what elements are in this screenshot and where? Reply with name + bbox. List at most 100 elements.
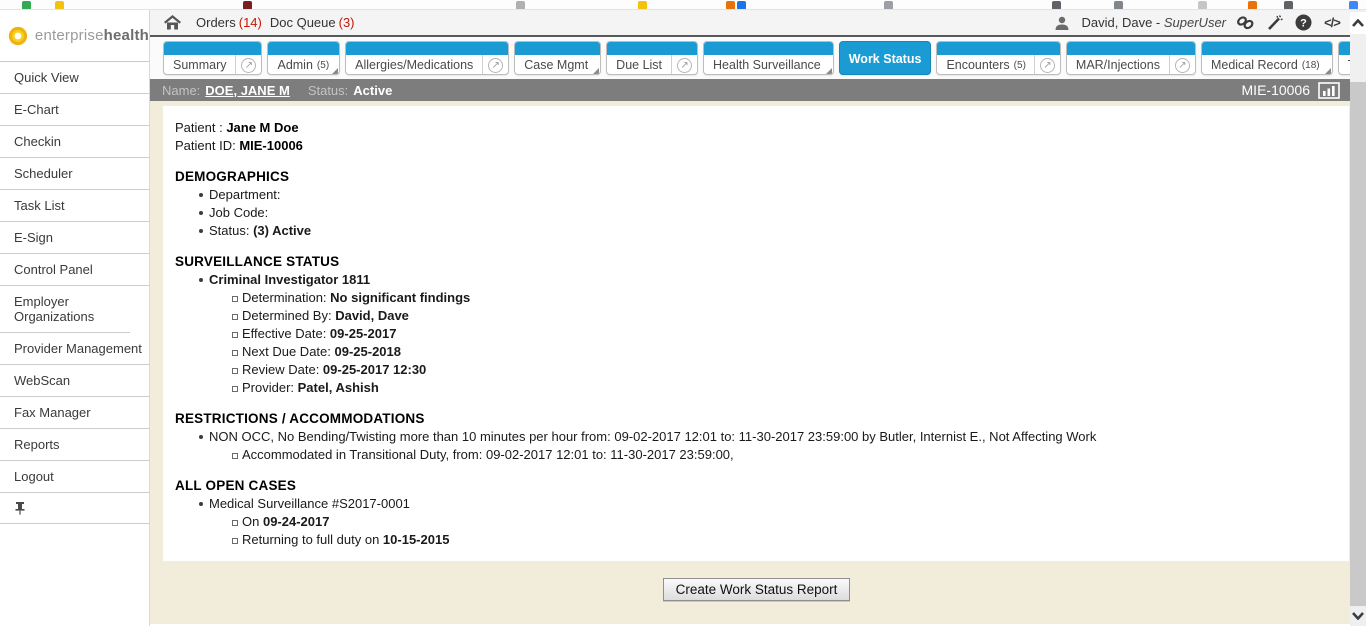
sidebar-item-fax-manager[interactable]: Fax Manager	[0, 397, 149, 429]
sidebar-item-checkin[interactable]: Checkin	[0, 126, 149, 158]
bookmark-icon[interactable]	[1114, 1, 1123, 10]
surveillance-detail: Review Date: 09-25-2017 12:30	[175, 361, 1335, 379]
bookmark-icon[interactable]	[243, 1, 252, 10]
sidebar-item-scheduler[interactable]: Scheduler	[0, 158, 149, 190]
help-icon[interactable]: ?	[1293, 14, 1313, 32]
popout-icon[interactable]: ↗	[235, 55, 261, 75]
sidebar-item-e-chart[interactable]: E-Chart	[0, 94, 149, 126]
bookmark-icon[interactable]	[884, 1, 893, 10]
work-status-report: Patient : Jane M Doe Patient ID: MIE-100…	[163, 106, 1349, 561]
scrollbar-thumb[interactable]	[1350, 82, 1366, 615]
tab-medical-record[interactable]: Medical Record (18)	[1201, 41, 1333, 75]
demographics-item: Department:	[175, 186, 1335, 204]
sidebar-item-provider-management[interactable]: Provider Management	[0, 333, 149, 365]
restriction-item: NON OCC, No Bending/Twisting more than 1…	[175, 428, 1335, 446]
bookmark-icon[interactable]	[1284, 1, 1293, 10]
home-icon[interactable]	[162, 14, 182, 32]
tab-work-status[interactable]: Work Status	[839, 41, 932, 75]
chart-stats-icon[interactable]	[1318, 82, 1340, 99]
dropdown-fold-icon	[593, 68, 599, 74]
scroll-down-icon[interactable]	[1350, 606, 1366, 626]
content-area: Patient : Jane M Doe Patient ID: MIE-100…	[150, 101, 1350, 624]
surveillance-detail: Next Due Date: 09-25-2018	[175, 343, 1335, 361]
restrictions-heading: RESTRICTIONS / ACCOMMODATIONS	[175, 410, 1335, 428]
patient-line: Patient : Jane M Doe	[175, 119, 1335, 137]
surveillance-detail: Effective Date: 09-25-2017	[175, 325, 1335, 343]
patient-name-link[interactable]: DOE, JANE M	[205, 83, 290, 98]
scroll-up-icon[interactable]	[1350, 12, 1366, 34]
app-window: enterprisehealth Quick View E-Chart Chec…	[0, 0, 1366, 626]
brand-name: enterprisehealth	[35, 27, 149, 44]
bookmark-icon[interactable]	[737, 1, 746, 10]
bookmark-icon[interactable]	[1198, 1, 1207, 10]
open-case-detail: On 09-24-2017	[175, 513, 1335, 531]
bookmark-icon[interactable]	[1248, 1, 1257, 10]
demographics-item: Job Code:	[175, 204, 1335, 222]
sidebar: enterprisehealth Quick View E-Chart Chec…	[0, 10, 150, 626]
sidebar-item-reports[interactable]: Reports	[0, 429, 149, 461]
popout-icon[interactable]: ↗	[482, 55, 508, 75]
tab-allergies-medications[interactable]: Allergies/Medications ↗	[345, 41, 509, 75]
bookmark-icon[interactable]	[22, 1, 31, 10]
code-icon[interactable]: </>	[1322, 14, 1342, 32]
sidebar-item-task-list[interactable]: Task List	[0, 190, 149, 222]
doc-queue-link[interactable]: Doc Queue(3)	[270, 15, 355, 30]
tab-case-mgmt[interactable]: Case Mgmt	[514, 41, 601, 75]
tab-health-surveillance[interactable]: Health Surveillance	[703, 41, 834, 75]
demographics-heading: DEMOGRAPHICS	[175, 168, 1335, 186]
popout-icon[interactable]: ↗	[1034, 55, 1060, 75]
sidebar-item-logout[interactable]: Logout	[0, 461, 149, 493]
header-left: Orders(14) Doc Queue(3)	[162, 14, 1052, 32]
current-user[interactable]: David, Dave - SuperUser	[1081, 15, 1226, 30]
patient-id-line: Patient ID: MIE-10006	[175, 137, 1335, 155]
orders-link[interactable]: Orders(14)	[196, 15, 262, 30]
tab-admin[interactable]: Admin (5)	[267, 41, 340, 75]
demographics-item: Status: (3) Active	[175, 222, 1335, 240]
surveillance-detail: Determination: No significant findings	[175, 289, 1335, 307]
sidebar-item-control-panel[interactable]: Control Panel	[0, 254, 149, 286]
bookmark-icon[interactable]	[638, 1, 647, 10]
tab-due-list[interactable]: Due List ↗	[606, 41, 698, 75]
patient-info-bar: Name: DOE, JANE M Status: Active MIE-100…	[150, 79, 1350, 101]
tab-summary[interactable]: Summary ↗	[163, 41, 262, 75]
top-header: Orders(14) Doc Queue(3) David, Dave - Su…	[150, 10, 1350, 37]
vertical-scrollbar[interactable]	[1350, 10, 1366, 626]
bookmark-icon[interactable]	[1349, 1, 1358, 10]
svg-text:?: ?	[1300, 18, 1307, 30]
header-right: David, Dave - SuperUser	[1052, 14, 1342, 32]
patient-id: MIE-10006	[1242, 82, 1310, 98]
patient-status: Active	[353, 83, 392, 98]
surveillance-detail: Determined By: David, Dave	[175, 307, 1335, 325]
wand-icon[interactable]	[1264, 14, 1284, 32]
surveillance-item-title: Criminal Investigator 1811	[175, 271, 1335, 289]
link-icon[interactable]	[1235, 14, 1255, 32]
popout-icon[interactable]: ↗	[671, 55, 697, 75]
sidebar-item-e-sign[interactable]: E-Sign	[0, 222, 149, 254]
dropdown-fold-icon	[332, 68, 338, 74]
dropdown-fold-icon	[1325, 68, 1331, 74]
chart-tab-bar: Summary ↗ Admin (5) Allergies/Medication…	[150, 37, 1350, 79]
browser-bookmark-strip	[0, 0, 1366, 10]
tab-encounters[interactable]: Encounters (5) ↗	[936, 41, 1060, 75]
brand-logo[interactable]: enterprisehealth	[0, 10, 149, 62]
bookmark-icon[interactable]	[1052, 1, 1061, 10]
bookmark-icon[interactable]	[516, 1, 525, 10]
dropdown-fold-icon	[826, 68, 832, 74]
bookmark-icon[interactable]	[55, 1, 64, 10]
surveillance-detail: Provider: Patel, Ashish	[175, 379, 1335, 397]
sidebar-pin-toggle[interactable]	[0, 493, 149, 524]
user-icon	[1052, 14, 1072, 32]
pushpin-icon	[14, 501, 26, 515]
doc-queue-count: (3)	[339, 15, 355, 30]
create-work-status-report-button[interactable]: Create Work Status Report	[663, 578, 851, 601]
sunflower-logo-icon	[8, 17, 28, 55]
sidebar-item-webscan[interactable]: WebScan	[0, 365, 149, 397]
sidebar-item-quick-view[interactable]: Quick View	[0, 62, 149, 94]
sidebar-item-employer-organizations[interactable]: Employer Organizations	[0, 286, 130, 333]
open-case-item: Medical Surveillance #S2017-0001	[175, 495, 1335, 513]
open-case-detail: Returning to full duty on 10-15-2015	[175, 531, 1335, 549]
popout-icon[interactable]: ↗	[1169, 55, 1195, 75]
restriction-sub-item: Accommodated in Transitional Duty, from:…	[175, 446, 1335, 464]
bookmark-icon[interactable]	[726, 1, 735, 10]
tab-mar-injections[interactable]: MAR/Injections ↗	[1066, 41, 1196, 75]
